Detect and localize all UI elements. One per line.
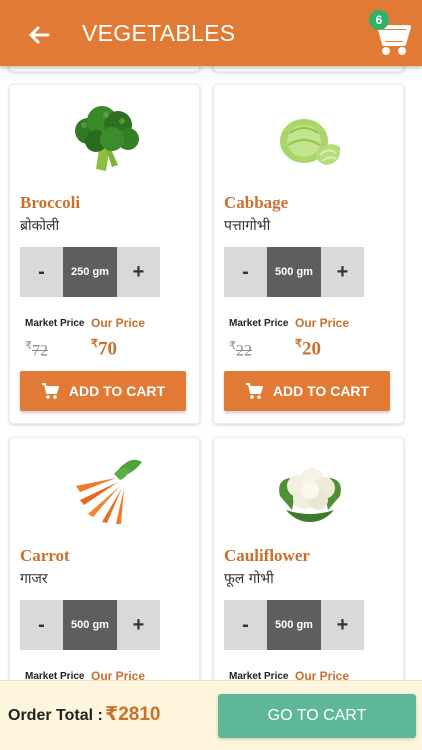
- product-card-partial: [9, 66, 200, 72]
- market-price-label: Market Price: [25, 318, 85, 329]
- product-card-broccoli: Broccoli ब्रोकोली - 250 gm + Market Pric…: [9, 84, 200, 424]
- market-price-value: ₹22: [229, 340, 252, 360]
- product-card-cabbage: Cabbage पत्तागोभी - 500 gm + Market Pric…: [213, 84, 404, 424]
- cart-button[interactable]: 6: [366, 10, 412, 58]
- app-header: VEGETABLES 6: [0, 0, 422, 66]
- add-to-cart-button[interactable]: ADD TO CART: [224, 371, 390, 411]
- back-button[interactable]: [24, 20, 54, 50]
- product-name: Broccoli: [20, 193, 81, 212]
- order-total-value: ₹2810: [105, 704, 161, 725]
- market-price-label: Market Price: [229, 318, 289, 329]
- product-card-carrot: Carrot गाजर - 500 gm + Market Price Our …: [9, 437, 200, 680]
- go-to-cart-button[interactable]: GO TO CART: [218, 694, 416, 738]
- quantity-stepper: - 250 gm +: [20, 247, 160, 297]
- cart-icon: [41, 383, 59, 399]
- product-name-hindi: पत्तागोभी: [224, 218, 271, 234]
- product-name: Cabbage: [224, 193, 289, 212]
- increase-qty-button[interactable]: +: [117, 600, 160, 650]
- cabbage-image: [214, 103, 405, 175]
- decrease-qty-button[interactable]: -: [20, 247, 63, 297]
- our-price-label: Our Price: [295, 316, 350, 330]
- cart-count-badge: 6: [369, 10, 389, 30]
- page-title: VEGETABLES: [82, 20, 236, 46]
- market-price-label: Market Price: [229, 671, 289, 680]
- increase-qty-button[interactable]: +: [117, 247, 160, 297]
- product-name-hindi: गाजर: [20, 571, 48, 587]
- product-card-cauliflower: Cauliflower फूल गोभी - 500 gm + Market P…: [213, 437, 404, 680]
- quantity-value: 500 gm: [267, 247, 321, 297]
- add-to-cart-button[interactable]: ADD TO CART: [20, 371, 186, 411]
- product-name: Cauliflower: [224, 546, 310, 565]
- quantity-value: 500 gm: [63, 600, 117, 650]
- quantity-stepper: - 500 gm +: [20, 600, 160, 650]
- market-price-label: Market Price: [25, 671, 85, 680]
- product-name: Carrot: [20, 546, 70, 565]
- product-card-partial: [213, 66, 404, 72]
- currency-symbol: ₹: [229, 340, 236, 352]
- order-footer: Order Total : ₹2810 GO TO CART: [0, 680, 422, 750]
- broccoli-image: [10, 103, 201, 175]
- quantity-value: 500 gm: [267, 600, 321, 650]
- our-price-value: ₹70: [91, 338, 117, 360]
- quantity-stepper: - 500 gm +: [224, 247, 364, 297]
- decrease-qty-button[interactable]: -: [224, 247, 267, 297]
- arrow-left-icon: [29, 26, 50, 44]
- quantity-stepper: - 500 gm +: [224, 600, 364, 650]
- currency-symbol: ₹: [91, 338, 98, 350]
- our-price-label: Our Price: [91, 669, 146, 680]
- increase-qty-button[interactable]: +: [321, 600, 364, 650]
- our-price-value: ₹20: [295, 338, 321, 360]
- carrot-image: [10, 456, 201, 528]
- order-total-label: Order Total :: [8, 707, 103, 724]
- decrease-qty-button[interactable]: -: [224, 600, 267, 650]
- product-name-hindi: फूल गोभी: [224, 571, 274, 587]
- product-name-hindi: ब्रोकोली: [20, 218, 60, 234]
- currency-symbol: ₹: [295, 338, 302, 350]
- our-price-label: Our Price: [91, 316, 146, 330]
- market-price-value: ₹72: [25, 340, 48, 360]
- quantity-value: 250 gm: [63, 247, 117, 297]
- decrease-qty-button[interactable]: -: [20, 600, 63, 650]
- product-grid: Broccoli ब्रोकोली - 250 gm + Market Pric…: [0, 66, 422, 680]
- cauliflower-image: [214, 456, 405, 528]
- cart-icon: [245, 383, 263, 399]
- increase-qty-button[interactable]: +: [321, 247, 364, 297]
- our-price-label: Our Price: [295, 669, 350, 680]
- currency-symbol: ₹: [25, 340, 32, 352]
